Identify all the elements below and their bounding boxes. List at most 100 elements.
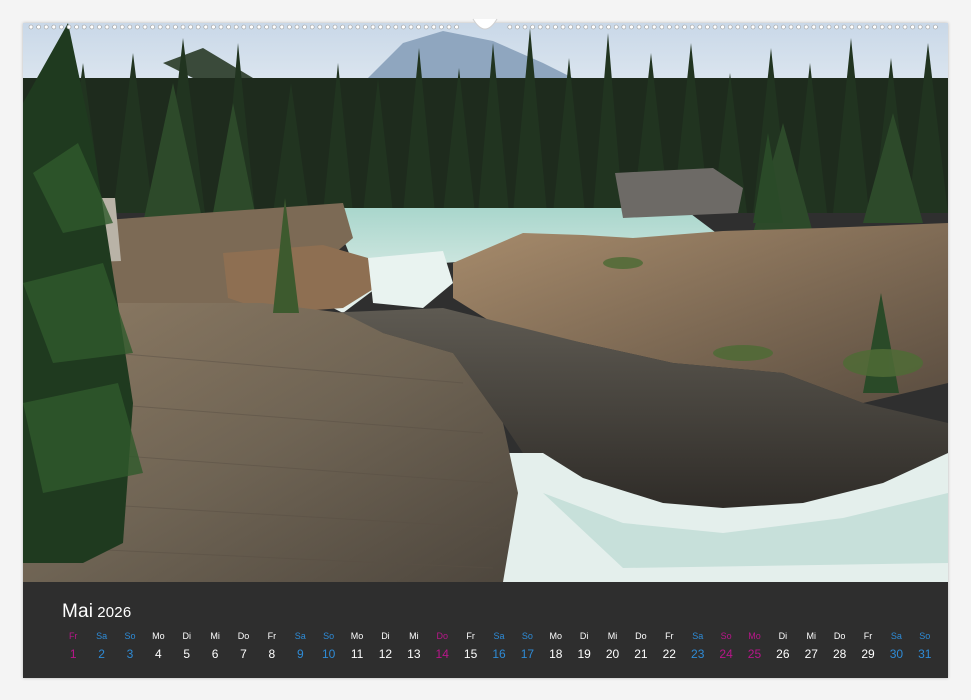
weekday-label: Sa <box>294 631 306 641</box>
weekday-label: Fr <box>466 631 475 641</box>
day-cell: So 24 <box>713 630 739 663</box>
day-cell: Mo 25 <box>741 630 767 663</box>
day-number: 2 <box>98 647 105 661</box>
day-cell: Fr 8 <box>259 630 285 663</box>
weekday-label: Mi <box>210 631 220 641</box>
day-cell: Do 21 <box>628 630 654 663</box>
day-number: 23 <box>691 647 705 661</box>
day-row: Fr 1 Sa 2 So 3 Mo 4 Di 5 Mi 6 Do 7 Fr 8 Sa 9 So 10 Mo 11 Di 12 M… <box>59 630 939 670</box>
day-number: 16 <box>492 647 506 661</box>
weekday-label: Di <box>381 631 390 641</box>
weekday-label: Fr <box>267 631 277 641</box>
weekday-label: Di <box>778 631 788 641</box>
day-number: 24 <box>719 647 733 661</box>
day-number: 22 <box>662 647 676 661</box>
day-number: 4 <box>155 647 162 661</box>
day-cell: So 31 <box>912 630 938 663</box>
calendar-strip: Mai 2026 Fr 1 Sa 2 So 3 Mo 4 Di 5 Mi 6 Do 7 Fr 8 Sa 9 So 10 M… <box>23 582 948 678</box>
day-cell: Di 5 <box>174 630 200 663</box>
day-cell: Do 7 <box>231 630 257 663</box>
day-cell: Sa 23 <box>685 630 711 663</box>
day-number: 7 <box>240 647 247 661</box>
day-cell: Di 26 <box>770 630 796 663</box>
weekday-label: So <box>919 631 931 641</box>
year-label: 2026 <box>97 604 132 621</box>
day-cell: Fr 1 <box>60 630 86 663</box>
day-cell: Mo 4 <box>145 630 171 663</box>
day-number: 21 <box>634 647 648 661</box>
day-cell: Fr 22 <box>656 630 682 663</box>
day-cell: Sa 30 <box>883 630 909 663</box>
day-number: 17 <box>520 647 535 661</box>
day-number: 29 <box>861 647 875 661</box>
day-number: 25 <box>747 647 762 661</box>
day-cell: Do 28 <box>827 630 853 663</box>
weekday-label: Sa <box>96 631 108 641</box>
weekday-label: Mi <box>607 631 618 641</box>
day-number: 12 <box>378 647 393 661</box>
day-number: 8 <box>268 647 276 661</box>
weekday-label: Mo <box>350 631 364 641</box>
day-cell: So 3 <box>117 630 143 663</box>
day-number: 31 <box>918 647 932 661</box>
weekday-label: Di <box>182 631 191 641</box>
day-cell: So 10 <box>316 630 342 663</box>
day-cell: So 17 <box>514 630 540 663</box>
weekday-label: Sa <box>692 631 704 641</box>
day-cell: Mi 6 <box>202 630 228 663</box>
day-number: 18 <box>549 647 563 661</box>
day-cell: Do 14 <box>429 630 455 663</box>
day-cell: Mo 18 <box>543 630 569 663</box>
day-number: 15 <box>463 647 478 661</box>
weekday-label: Mi <box>409 631 419 641</box>
weekday-label: Di <box>579 631 589 641</box>
day-cell: Mi 27 <box>798 630 824 663</box>
calendar-page: Mai 2026 Fr 1 Sa 2 So 3 Mo 4 Di 5 Mi 6 Do 7 Fr 8 Sa 9 So 10 M… <box>0 0 971 700</box>
weekday-label: Do <box>833 631 846 641</box>
weekday-label: Fr <box>863 631 873 641</box>
day-cell: Mi 20 <box>600 630 626 663</box>
day-number: 27 <box>804 647 818 661</box>
day-number: 13 <box>407 647 421 661</box>
day-number: 30 <box>889 647 904 661</box>
weekday-label: Sa <box>890 631 902 641</box>
weekday-label: Sa <box>493 631 505 641</box>
day-number: 3 <box>126 647 134 661</box>
hanger-icon <box>471 17 499 33</box>
weekday-label: So <box>521 631 533 641</box>
day-cell: Mi 13 <box>401 630 427 663</box>
landscape-photo <box>23 23 948 582</box>
weekday-label: Do <box>436 631 448 641</box>
day-cell: Sa 9 <box>287 630 313 663</box>
day-number: 20 <box>605 647 620 661</box>
weekday-label: Fr <box>68 631 78 641</box>
day-cell: Sa 2 <box>89 630 115 663</box>
day-number: 14 <box>435 647 449 661</box>
day-number: 1 <box>69 647 77 661</box>
day-number: 11 <box>350 647 364 661</box>
weekday-label: So <box>323 631 335 641</box>
day-number: 10 <box>321 647 336 661</box>
weekday-label: Do <box>237 631 250 641</box>
day-cell: Di 19 <box>571 630 597 663</box>
day-cell: Fr 29 <box>855 630 881 663</box>
month-name: Mai <box>62 601 94 622</box>
weekday-label: So <box>124 631 136 641</box>
weekday-label: Do <box>635 631 647 641</box>
weekday-label: Mo <box>748 631 761 641</box>
day-cell: Di 12 <box>372 630 398 663</box>
day-number: 5 <box>183 647 191 661</box>
month-title: Mai 2026 <box>62 601 131 623</box>
day-number: 26 <box>776 647 790 661</box>
weekday-label: Mi <box>806 631 817 641</box>
weekday-label: So <box>720 631 732 641</box>
day-number: 28 <box>832 647 847 661</box>
weekday-label: Mo <box>549 631 563 641</box>
day-number: 6 <box>211 647 219 661</box>
weekday-label: Mo <box>152 631 165 641</box>
landscape-photo-drawing <box>23 23 948 582</box>
day-number: 9 <box>296 647 304 661</box>
day-cell: Fr 15 <box>458 630 484 663</box>
weekday-label: Fr <box>665 631 674 641</box>
day-cell: Sa 16 <box>486 630 512 663</box>
